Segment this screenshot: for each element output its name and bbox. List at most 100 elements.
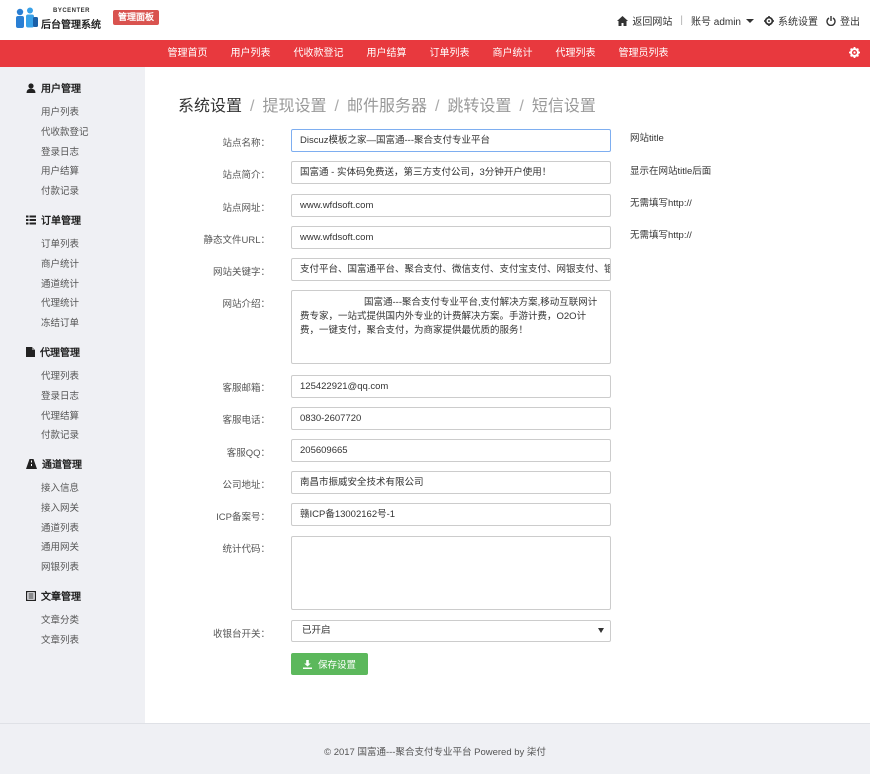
sidebar-item-access-gateway[interactable]: 接入网关	[41, 500, 79, 514]
tab-system-settings[interactable]: 系统设置	[178, 98, 242, 115]
road-icon	[26, 458, 37, 469]
sidebar-item-merchant-stats[interactable]: 商户统计	[41, 256, 79, 270]
power-icon	[826, 15, 836, 26]
user-icon	[26, 82, 36, 93]
tab-sms-settings[interactable]: 短信设置	[532, 98, 596, 115]
sidebar-section-title: 通道管理	[42, 460, 82, 471]
site-intro-input[interactable]: 国富通 - 实体码免费送，第三方支付公司，3分钟开户使用！	[291, 161, 611, 184]
site-name-label: 站点名称：	[222, 138, 270, 149]
company-label: 公司地址：	[222, 480, 270, 491]
site-url-hint: 无需填写http://	[630, 198, 692, 209]
sidebar-item-channel-list[interactable]: 通道列表	[41, 520, 79, 534]
sidebar-item-bank-list[interactable]: 网银列表	[41, 559, 79, 573]
tab-separator: /	[334, 98, 339, 115]
static-url-hint: 无需填写http://	[630, 230, 692, 241]
top-separator: |	[680, 15, 683, 26]
download-icon	[302, 659, 312, 669]
sidebar-section-title: 代理管理	[40, 348, 80, 359]
sidebar-item-channel-stats[interactable]: 通道统计	[41, 276, 79, 290]
tab-withdraw-settings[interactable]: 提现设置	[262, 98, 326, 115]
logo-icon	[16, 7, 38, 28]
icp-input[interactable]: 赣ICP备13002162号-1	[291, 503, 611, 526]
static-url-label: 静态文件URL：	[203, 235, 270, 246]
logo-en-text: BYCENTER	[53, 8, 91, 14]
select-caret-icon	[598, 628, 604, 633]
phone-input[interactable]: 0830-2607720	[291, 407, 611, 430]
keywords-label: 网站关键字：	[212, 267, 270, 278]
sidebar-item-article-categories[interactable]: 文章分类	[41, 612, 79, 626]
home-link[interactable]: 返回网站	[617, 13, 672, 28]
save-button-label: 保存设置	[317, 660, 356, 671]
nav-item-users[interactable]: 用户列表	[219, 40, 282, 67]
email-label: 客服邮箱：	[222, 383, 270, 394]
sidebar-item-general-gateway[interactable]: 通用网关	[41, 539, 79, 553]
save-button[interactable]: 保存设置	[291, 653, 368, 675]
sidebar-item-agent-payment-records[interactable]: 付款记录	[41, 427, 79, 441]
sidebar-section-title: 用户管理	[41, 84, 81, 95]
sidebar-item-agent-login-log[interactable]: 登录日志	[41, 388, 79, 402]
keywords-input[interactable]: 支付平台、国富通平台、聚合支付、微信支付、支付宝支付、网银支付、银	[291, 258, 611, 281]
sidebar-section-title: 订单管理	[41, 216, 81, 227]
site-intro-label: 站点简介：	[222, 170, 270, 181]
sidebar-section-users[interactable]: 用户管理	[26, 80, 81, 95]
tab-separator: /	[519, 98, 524, 115]
qq-label: 客服QQ：	[226, 448, 270, 459]
logout-link-label: 登出	[840, 17, 860, 28]
tab-redirect-settings[interactable]: 跳转设置	[447, 98, 511, 115]
description-textarea[interactable]: 国富通---聚合支付专业平台,支付解决方案,移动互联网计费专家，一站式提供国内外…	[291, 290, 611, 364]
tab-mail-server[interactable]: 邮件服务器	[347, 98, 427, 115]
nav-item-admins[interactable]: 管理员列表	[607, 40, 680, 67]
icp-label: ICP备案号：	[216, 512, 270, 523]
sidebar-item-user-list[interactable]: 用户列表	[41, 104, 79, 118]
sidebar: 用户管理 用户列表 代收款登记 登录日志 用户结算 付款记录 订单管理 订单列表…	[0, 67, 145, 723]
account-label: 账号 admin	[690, 17, 741, 28]
sidebar-item-agent-list[interactable]: 代理列表	[41, 368, 79, 382]
sidebar-item-order-list[interactable]: 订单列表	[41, 236, 79, 250]
account-dropdown[interactable]: 账号 admin	[691, 13, 754, 28]
footer: © 2017 国富通---聚合支付专业平台 Powered by 柒付	[0, 723, 870, 774]
sidebar-section-articles[interactable]: 文章管理	[26, 588, 81, 603]
description-label: 网站介绍：	[222, 299, 270, 310]
article-icon	[26, 590, 36, 601]
sidebar-item-payment-records[interactable]: 付款记录	[41, 183, 79, 197]
sidebar-item-agent-stats[interactable]: 代理统计	[41, 295, 79, 309]
settings-tabs: 系统设置 / 提现设置 / 邮件服务器 / 跳转设置 / 短信设置	[178, 92, 596, 116]
site-url-label: 站点网址：	[222, 203, 270, 214]
stats-code-label: 统计代码：	[222, 544, 270, 555]
qq-input[interactable]: 205609665	[291, 439, 611, 462]
stats-code-textarea[interactable]	[291, 536, 611, 610]
site-url-input[interactable]: www.wfdsoft.com	[291, 194, 611, 217]
sidebar-section-orders[interactable]: 订单管理	[26, 212, 81, 227]
site-name-input[interactable]: Discuz模板之家—国富通---聚合支付专业平台	[291, 129, 611, 152]
nav-item-home[interactable]: 管理首页	[156, 40, 219, 67]
nav-gear-icon[interactable]	[849, 47, 860, 58]
sidebar-item-article-list[interactable]: 文章列表	[41, 632, 79, 646]
sidebar-section-channels[interactable]: 通道管理	[26, 456, 82, 471]
settings-link[interactable]: 系统设置	[764, 13, 818, 28]
sidebar-item-user-settlement[interactable]: 用户结算	[41, 163, 79, 177]
sidebar-item-collection[interactable]: 代收款登记	[41, 124, 89, 138]
email-input[interactable]: 125422921@qq.com	[291, 375, 611, 398]
sidebar-item-login-log[interactable]: 登录日志	[41, 144, 79, 158]
list-icon	[26, 215, 36, 224]
nav-item-agents[interactable]: 代理列表	[544, 40, 607, 67]
cashier-select[interactable]: 已开启	[291, 620, 611, 642]
sidebar-item-access-info[interactable]: 接入信息	[41, 480, 79, 494]
footer-text: © 2017 国富通---聚合支付专业平台 Powered by 柒付	[324, 747, 546, 758]
gear-icon	[764, 15, 774, 26]
nav-item-merchant-stats[interactable]: 商户统计	[481, 40, 544, 67]
nav-item-settlement[interactable]: 用户结算	[355, 40, 418, 67]
sidebar-item-frozen-orders[interactable]: 冻结订单	[41, 315, 79, 329]
top-links: 返回网站 | 账号 admin 系统设置 登出	[617, 13, 860, 28]
tab-separator: /	[434, 98, 440, 115]
sidebar-section-agents[interactable]: 代理管理	[26, 344, 80, 359]
company-input[interactable]: 南昌市振威安全技术有限公司	[291, 471, 611, 494]
nav-item-orders[interactable]: 订单列表	[418, 40, 481, 67]
main-nav: 管理首页 用户列表 代收款登记 用户结算 订单列表 商户统计 代理列表 管理员列…	[0, 40, 870, 67]
sidebar-item-agent-settlement[interactable]: 代理结算	[41, 408, 79, 422]
static-url-input[interactable]: www.wfdsoft.com	[291, 226, 611, 249]
nav-item-collection[interactable]: 代收款登记	[282, 40, 355, 67]
nav-items: 管理首页 用户列表 代收款登记 用户结算 订单列表 商户统计 代理列表 管理员列…	[156, 40, 680, 67]
logout-link[interactable]: 登出	[826, 13, 860, 28]
caret-down-icon	[746, 18, 754, 23]
